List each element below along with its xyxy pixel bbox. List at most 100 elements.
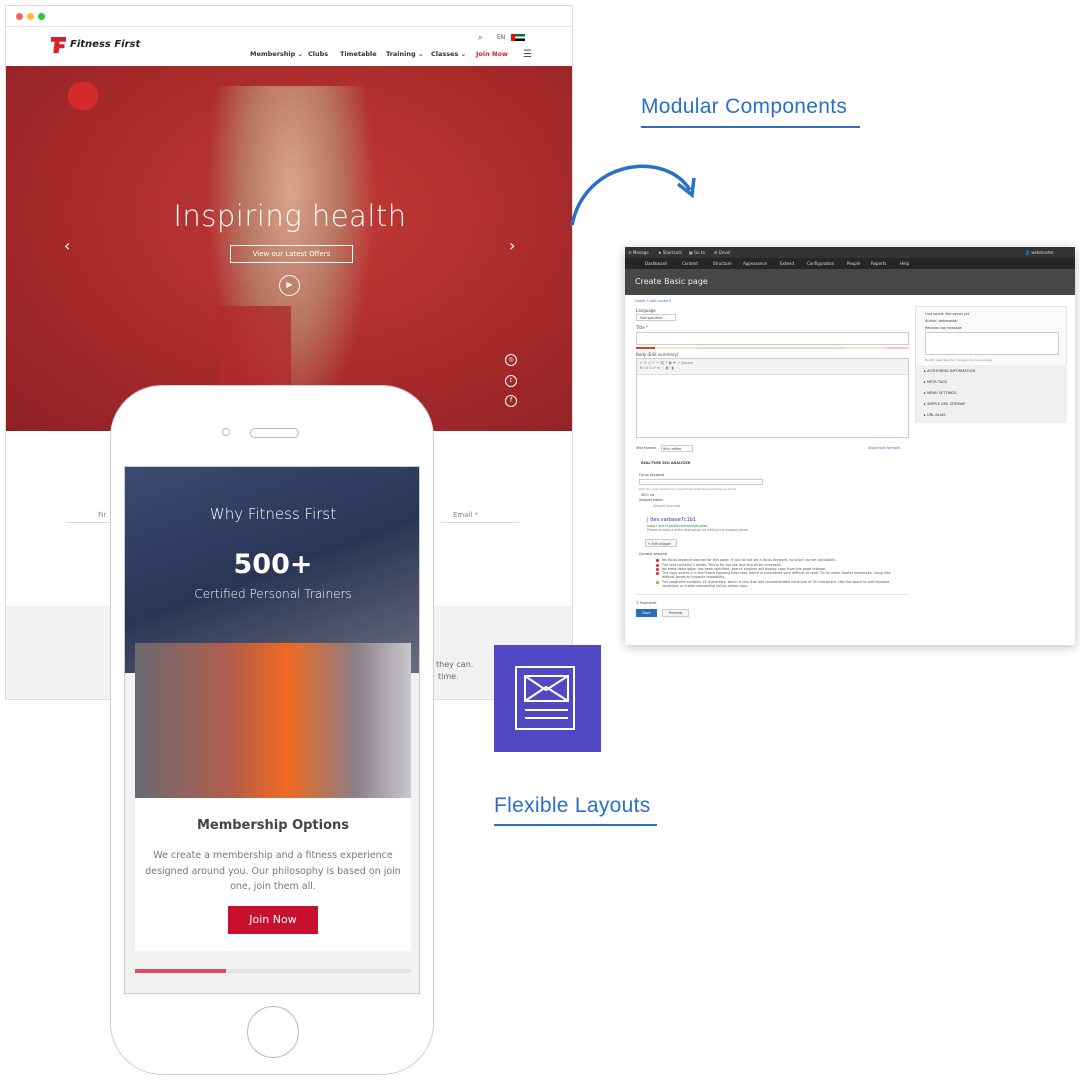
section-label: SIMPLE XML SITEMAP	[926, 402, 966, 406]
card-text-line: one, join them all.	[230, 881, 316, 892]
view-offers-button[interactable]: View our Latest Offers	[230, 245, 353, 263]
manage-tab[interactable]: ☰ Manage	[628, 250, 649, 255]
section-authoring[interactable]: ▸ AUTHORING INFORMATION	[924, 369, 975, 373]
focus-keyword-input[interactable]	[639, 479, 763, 485]
meta-sidebar: Last saved: Not saved yet Author: webmas…	[915, 306, 1067, 423]
chevron-left-icon[interactable]: ‹	[64, 236, 70, 255]
author: Author: webmaster	[925, 319, 958, 323]
kettlebell-image	[68, 82, 98, 110]
devel-tab[interactable]: ⚙ Devel	[714, 250, 730, 255]
about-formats-link[interactable]: About text formats	[868, 446, 900, 450]
nav-membership[interactable]: Membership ⌄	[250, 50, 303, 58]
card-text-line: We create a membership and a fitness exp…	[153, 850, 393, 861]
nav-clubs[interactable]: Clubs	[308, 50, 328, 58]
chevron-right-icon[interactable]: ›	[509, 236, 515, 255]
editor-toolbar[interactable]: ✂ ⎘ ⎙ ↶ ↷ ⛓ ❝ ▦ ⚑ ⤢ Source B I U S x² ≡ ⋮…	[637, 359, 908, 375]
underline	[494, 824, 657, 826]
revision-textarea[interactable]	[925, 332, 1059, 355]
hamburger-menu-icon[interactable]: ☰	[523, 49, 532, 60]
card-title: Membership Options	[196, 818, 350, 833]
user-name: webmaster	[1031, 250, 1054, 255]
instagram-icon[interactable]: ◎	[505, 354, 517, 366]
nav-training[interactable]: Training ⌄	[386, 50, 423, 58]
snippet-description: Please provide a meta description by edi…	[647, 528, 749, 532]
email-field[interactable]	[441, 522, 519, 523]
content-analysis-label: Content analysis	[639, 552, 668, 556]
facebook-icon[interactable]: f	[505, 395, 517, 407]
body-editor[interactable]: ✂ ⎘ ⎙ ↶ ↷ ⛓ ❝ ▦ ⚑ ⤢ Source B I U S x² ≡ ⋮…	[636, 358, 909, 438]
menu-configuration[interactable]: Configuration	[807, 261, 834, 266]
search-icon[interactable]: ⌕	[478, 33, 482, 43]
email-label: Email *	[453, 511, 479, 519]
underline	[641, 126, 860, 128]
breadcrumb[interactable]: Home » Add content	[635, 299, 671, 303]
text-format-label: Text format	[636, 446, 656, 450]
twitter-icon[interactable]: t	[505, 375, 517, 387]
tab-label: Go to	[694, 250, 705, 255]
button-label: Edit snippet	[651, 542, 671, 546]
menu-appearance[interactable]: Appearance	[743, 261, 767, 266]
language-label: Language	[636, 308, 656, 313]
checkbox-label: Published	[640, 601, 657, 605]
seo-analyzer-section[interactable]: REAL-TIME SEO ANALYZER	[641, 461, 690, 465]
save-button[interactable]: Save	[636, 609, 657, 617]
section-url-alias[interactable]: ▸ URL ALIAS	[924, 413, 946, 417]
revision-label: Revision log message	[925, 326, 962, 330]
section-menu[interactable]: ▸ MENU SETTINGS	[924, 391, 956, 395]
hero-banner: Inspiring health View our Latest Offers …	[6, 66, 572, 431]
text-format-select[interactable]: Rich editor	[661, 445, 693, 452]
menu-people[interactable]: People	[847, 261, 860, 266]
menu-reports[interactable]: Reports	[871, 261, 886, 266]
goto-tab[interactable]: ▦ Go to	[689, 250, 705, 255]
snippet-preview-toggle[interactable]: Snippet preview	[653, 504, 680, 508]
camera-icon	[222, 428, 230, 436]
layout-icon-tile	[494, 645, 601, 752]
site-header: Fitness First ⌕ EN Membership ⌄ Clubs Ti…	[6, 26, 572, 66]
seo-status: SEO: na	[641, 493, 655, 497]
section-label: META TAGS	[926, 380, 948, 384]
card-text: We create a membership and a fitness exp…	[135, 848, 411, 895]
nav-join-now[interactable]: Join Now	[476, 50, 508, 58]
bad-status-icon	[656, 572, 659, 575]
bad-status-icon	[656, 568, 659, 571]
user-menu[interactable]: 👤 webmaster	[1025, 250, 1054, 255]
divider	[636, 594, 909, 595]
source-button[interactable]: Source	[681, 361, 693, 365]
title-label: Title *	[636, 325, 648, 330]
section-label: AUTHORING INFORMATION	[926, 369, 976, 373]
carousel-progress-fill	[135, 969, 227, 973]
menu-help[interactable]: Help	[900, 261, 909, 266]
nav-label: Membership	[250, 50, 296, 58]
hero-title: Inspiring health	[173, 199, 407, 233]
bad-status-icon	[656, 559, 659, 562]
play-icon[interactable]: ▶	[279, 275, 300, 296]
menu-structure[interactable]: Structure	[713, 261, 732, 266]
section-label: URL ALIAS	[926, 413, 946, 417]
revision-help: Briefly describe the changes you have ma…	[925, 358, 994, 362]
analysis-item: The copy scores 0 in the Flesch Reading …	[662, 571, 891, 579]
published-checkbox[interactable]: ☑ Published	[636, 601, 656, 605]
uae-flag-icon[interactable]	[511, 34, 525, 41]
menu-content[interactable]: Content	[682, 261, 698, 266]
menu-extend[interactable]: Extend	[780, 261, 794, 266]
title-input[interactable]	[636, 332, 909, 345]
minimize-dot-icon	[27, 13, 34, 20]
section-meta-tags[interactable]: ▸ META TAGS	[924, 380, 947, 384]
snippet-title: | dev.varbase7c1b1	[647, 517, 697, 523]
shortcuts-tab[interactable]: ★ Shortcuts	[658, 250, 682, 255]
nav-timetable[interactable]: Timetable	[340, 50, 377, 58]
logo: Fitness First	[70, 39, 141, 50]
section-sitemap[interactable]: ▸ SIMPLE XML SITEMAP	[924, 402, 965, 406]
preview-button[interactable]: Preview	[662, 609, 689, 617]
focus-keyword-label: Focus keyword	[639, 473, 665, 477]
edit-snippet-button[interactable]: ✎ Edit snippet	[645, 539, 677, 547]
nav-classes[interactable]: Classes ⌄	[431, 50, 466, 58]
language-select[interactable]: EN	[497, 34, 505, 41]
seo-score-bar	[636, 347, 909, 349]
first-name-label: Fir	[98, 511, 107, 519]
page-title: Create Basic page	[635, 277, 708, 286]
join-now-button[interactable]: Join Now	[228, 906, 318, 934]
body-label: Body (Edit summary)	[636, 352, 679, 357]
menu-dashboard[interactable]: Dashboard	[645, 261, 667, 266]
language-select[interactable]: - Not specified -	[636, 314, 676, 321]
